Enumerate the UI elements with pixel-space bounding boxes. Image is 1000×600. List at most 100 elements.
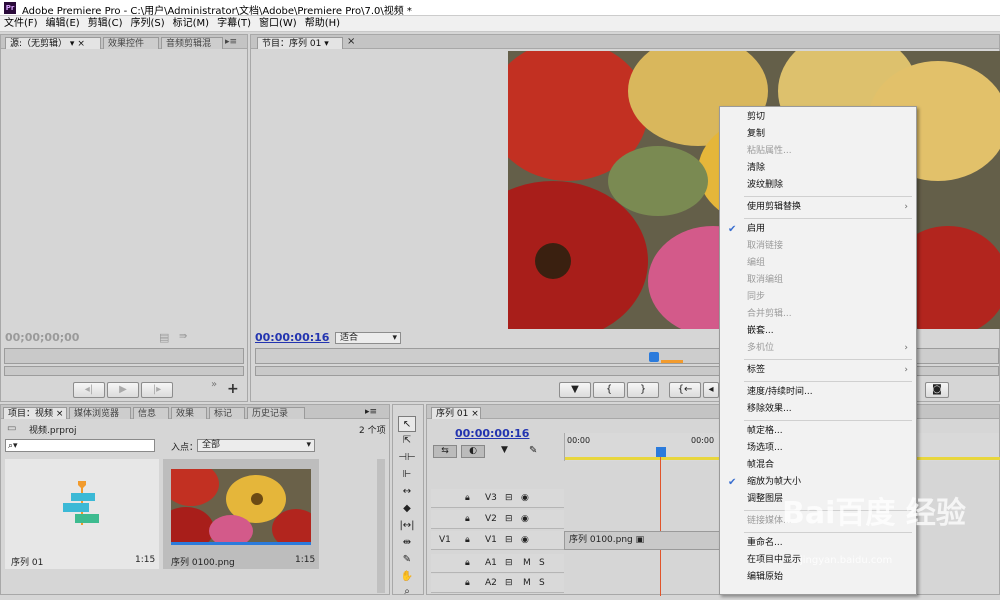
- playhead-icon[interactable]: [656, 447, 666, 457]
- sync-lock-icon[interactable]: ⊟: [505, 489, 513, 508]
- sync-lock-icon[interactable]: ⊟: [505, 574, 513, 593]
- tab-effects[interactable]: 效果: [171, 407, 207, 419]
- context-menu-item[interactable]: 复制: [720, 126, 916, 143]
- lock-icon[interactable]: 🔒︎: [465, 574, 470, 593]
- mark-in-button[interactable]: {: [593, 382, 625, 398]
- hand-tool-icon[interactable]: ✋: [398, 569, 416, 585]
- sync-lock-icon[interactable]: ⊟: [505, 531, 513, 550]
- step-back-program-button[interactable]: ◂: [703, 382, 719, 398]
- tab-sequence[interactable]: 序列 01 ×: [431, 407, 481, 419]
- tab-audio-clip-mixer[interactable]: 音频剪辑混: [161, 37, 223, 49]
- add-marker-button[interactable]: ▼: [559, 382, 591, 398]
- slip-tool-icon[interactable]: |↔|: [398, 518, 416, 534]
- context-menu-item[interactable]: 标签 ›: [720, 362, 916, 379]
- menu-marker[interactable]: 标记(M): [169, 16, 213, 32]
- work-area-bar[interactable]: [661, 360, 683, 363]
- track-header-a2[interactable]: 🔒︎ A2 ⊟ M S: [431, 574, 564, 593]
- selection-tool-icon[interactable]: ↖: [398, 416, 416, 432]
- tab-source[interactable]: 源:（无剪辑） ▾ ×: [5, 37, 101, 49]
- context-menu-item[interactable]: 使用剪辑替换 ›: [720, 199, 916, 216]
- project-search-input[interactable]: ⌕▾: [5, 439, 155, 452]
- add-marker-icon[interactable]: ▼: [501, 445, 508, 455]
- razor-tool-icon[interactable]: ◆: [398, 501, 416, 517]
- menu-sequence[interactable]: 序列(S): [126, 16, 168, 32]
- solo-button[interactable]: S: [539, 554, 545, 573]
- lock-icon[interactable]: 🔒︎: [465, 554, 470, 573]
- context-menu-item[interactable]: 帧定格...: [720, 423, 916, 440]
- program-timecode[interactable]: 00:00:00:16: [255, 331, 329, 344]
- menu-edit[interactable]: 编辑(E): [42, 16, 84, 32]
- lock-icon[interactable]: 🔒︎: [465, 489, 470, 508]
- context-menu-item[interactable]: 场选项...: [720, 440, 916, 457]
- pen-tool-icon[interactable]: ✎: [398, 552, 416, 568]
- fit-select[interactable]: 适合 ▾: [335, 332, 401, 344]
- zoom-tool-icon[interactable]: ⌕: [398, 584, 416, 600]
- slide-tool-icon[interactable]: ⇹: [398, 535, 416, 551]
- sync-lock-icon[interactable]: ⊟: [505, 510, 513, 529]
- context-menu-item[interactable]: 清除: [720, 160, 916, 177]
- context-menu-item[interactable]: ✔ 启用: [720, 221, 916, 238]
- go-to-in-button[interactable]: {←: [669, 382, 701, 398]
- play-button[interactable]: ▶: [107, 382, 139, 398]
- entry-select[interactable]: 全部 ▾: [197, 439, 315, 452]
- mute-button[interactable]: M: [523, 574, 531, 593]
- tab-media-browser[interactable]: 媒体浏览器: [69, 407, 131, 419]
- rolling-edit-tool-icon[interactable]: ⊩: [398, 467, 416, 483]
- menu-file[interactable]: 文件(F): [0, 16, 42, 32]
- mark-out-button[interactable]: }: [627, 382, 659, 398]
- menu-clip[interactable]: 剪辑(C): [84, 16, 127, 32]
- tab-project[interactable]: 项目：视频 ×: [3, 407, 67, 419]
- solo-button[interactable]: S: [539, 574, 545, 593]
- context-menu-item[interactable]: 移除效果...: [720, 401, 916, 418]
- context-menu-item[interactable]: 重命名...: [720, 535, 916, 552]
- playhead-icon[interactable]: [649, 352, 659, 362]
- context-menu-item[interactable]: 编辑原始: [720, 569, 916, 586]
- lock-icon[interactable]: 🔒︎: [465, 531, 470, 550]
- context-menu-item[interactable]: 剪切: [720, 109, 916, 126]
- add-button-icon[interactable]: +: [227, 381, 239, 397]
- timeline-timecode[interactable]: 00:00:00:16: [455, 427, 529, 440]
- close-icon[interactable]: ×: [347, 36, 355, 47]
- tab-effect-controls[interactable]: 效果控件: [103, 37, 159, 49]
- tab-history[interactable]: 历史记录: [247, 407, 305, 419]
- lock-icon[interactable]: 🔒︎: [465, 510, 470, 529]
- more-controls-icon[interactable]: »: [211, 379, 217, 390]
- snap-icon[interactable]: ⇆: [433, 445, 457, 458]
- project-scrollbar[interactable]: [377, 459, 385, 593]
- track-header-v3[interactable]: 🔒︎ V3 ⊟ ◉: [431, 489, 564, 508]
- image-thumbnail[interactable]: 序列 0100.png 1:15: [163, 459, 319, 569]
- ripple-edit-tool-icon[interactable]: ⊣⊢: [398, 450, 416, 466]
- eye-icon[interactable]: ◉: [521, 510, 529, 529]
- source-zoom-bar[interactable]: [4, 366, 244, 376]
- step-back-button[interactable]: ◂|: [73, 382, 105, 398]
- source-scrub-bar[interactable]: [4, 348, 244, 364]
- track-header-v2[interactable]: 🔒︎ V2 ⊟ ◉: [431, 510, 564, 529]
- source-patch[interactable]: V1: [439, 531, 451, 550]
- track-header-a1[interactable]: 🔒︎ A1 ⊟ M S: [431, 554, 564, 573]
- eye-icon[interactable]: ◉: [521, 489, 529, 508]
- panel-menu-icon[interactable]: ▸≡: [365, 407, 377, 417]
- mute-button[interactable]: M: [523, 554, 531, 573]
- export-frame-camera-icon[interactable]: ◙: [925, 382, 949, 398]
- track-select-tool-icon[interactable]: ⇱: [398, 433, 416, 449]
- timeline-clip[interactable]: 序列 0100.png ▣: [564, 531, 724, 550]
- rate-stretch-tool-icon[interactable]: ↔: [398, 484, 416, 500]
- context-menu-item[interactable]: 嵌套...: [720, 323, 916, 340]
- track-header-v1[interactable]: V1 🔒︎ V1 ⊟ ◉: [431, 531, 564, 550]
- panel-menu-icon[interactable]: ▸≡: [225, 37, 237, 47]
- menu-title[interactable]: 字幕(T): [213, 16, 255, 32]
- tab-markers[interactable]: 标记: [209, 407, 245, 419]
- menu-window[interactable]: 窗口(W): [255, 16, 301, 32]
- menu-help[interactable]: 帮助(H): [301, 16, 344, 32]
- context-menu-item[interactable]: 帧混合: [720, 457, 916, 474]
- step-forward-button[interactable]: |▸: [141, 382, 173, 398]
- sync-lock-icon[interactable]: ⊟: [505, 554, 513, 573]
- eye-icon[interactable]: ◉: [521, 531, 529, 550]
- dropdown-icon[interactable]: ▾: [70, 39, 75, 49]
- linked-selection-icon[interactable]: ◐: [461, 445, 485, 458]
- tab-program[interactable]: 节目：序列 01 ▾: [257, 37, 343, 49]
- tab-info[interactable]: 信息: [133, 407, 169, 419]
- context-menu-item[interactable]: 速度/持续时间...: [720, 384, 916, 401]
- context-menu-item[interactable]: 波纹删除: [720, 177, 916, 194]
- sequence-thumbnail[interactable]: 序列 01 1:15: [5, 459, 159, 569]
